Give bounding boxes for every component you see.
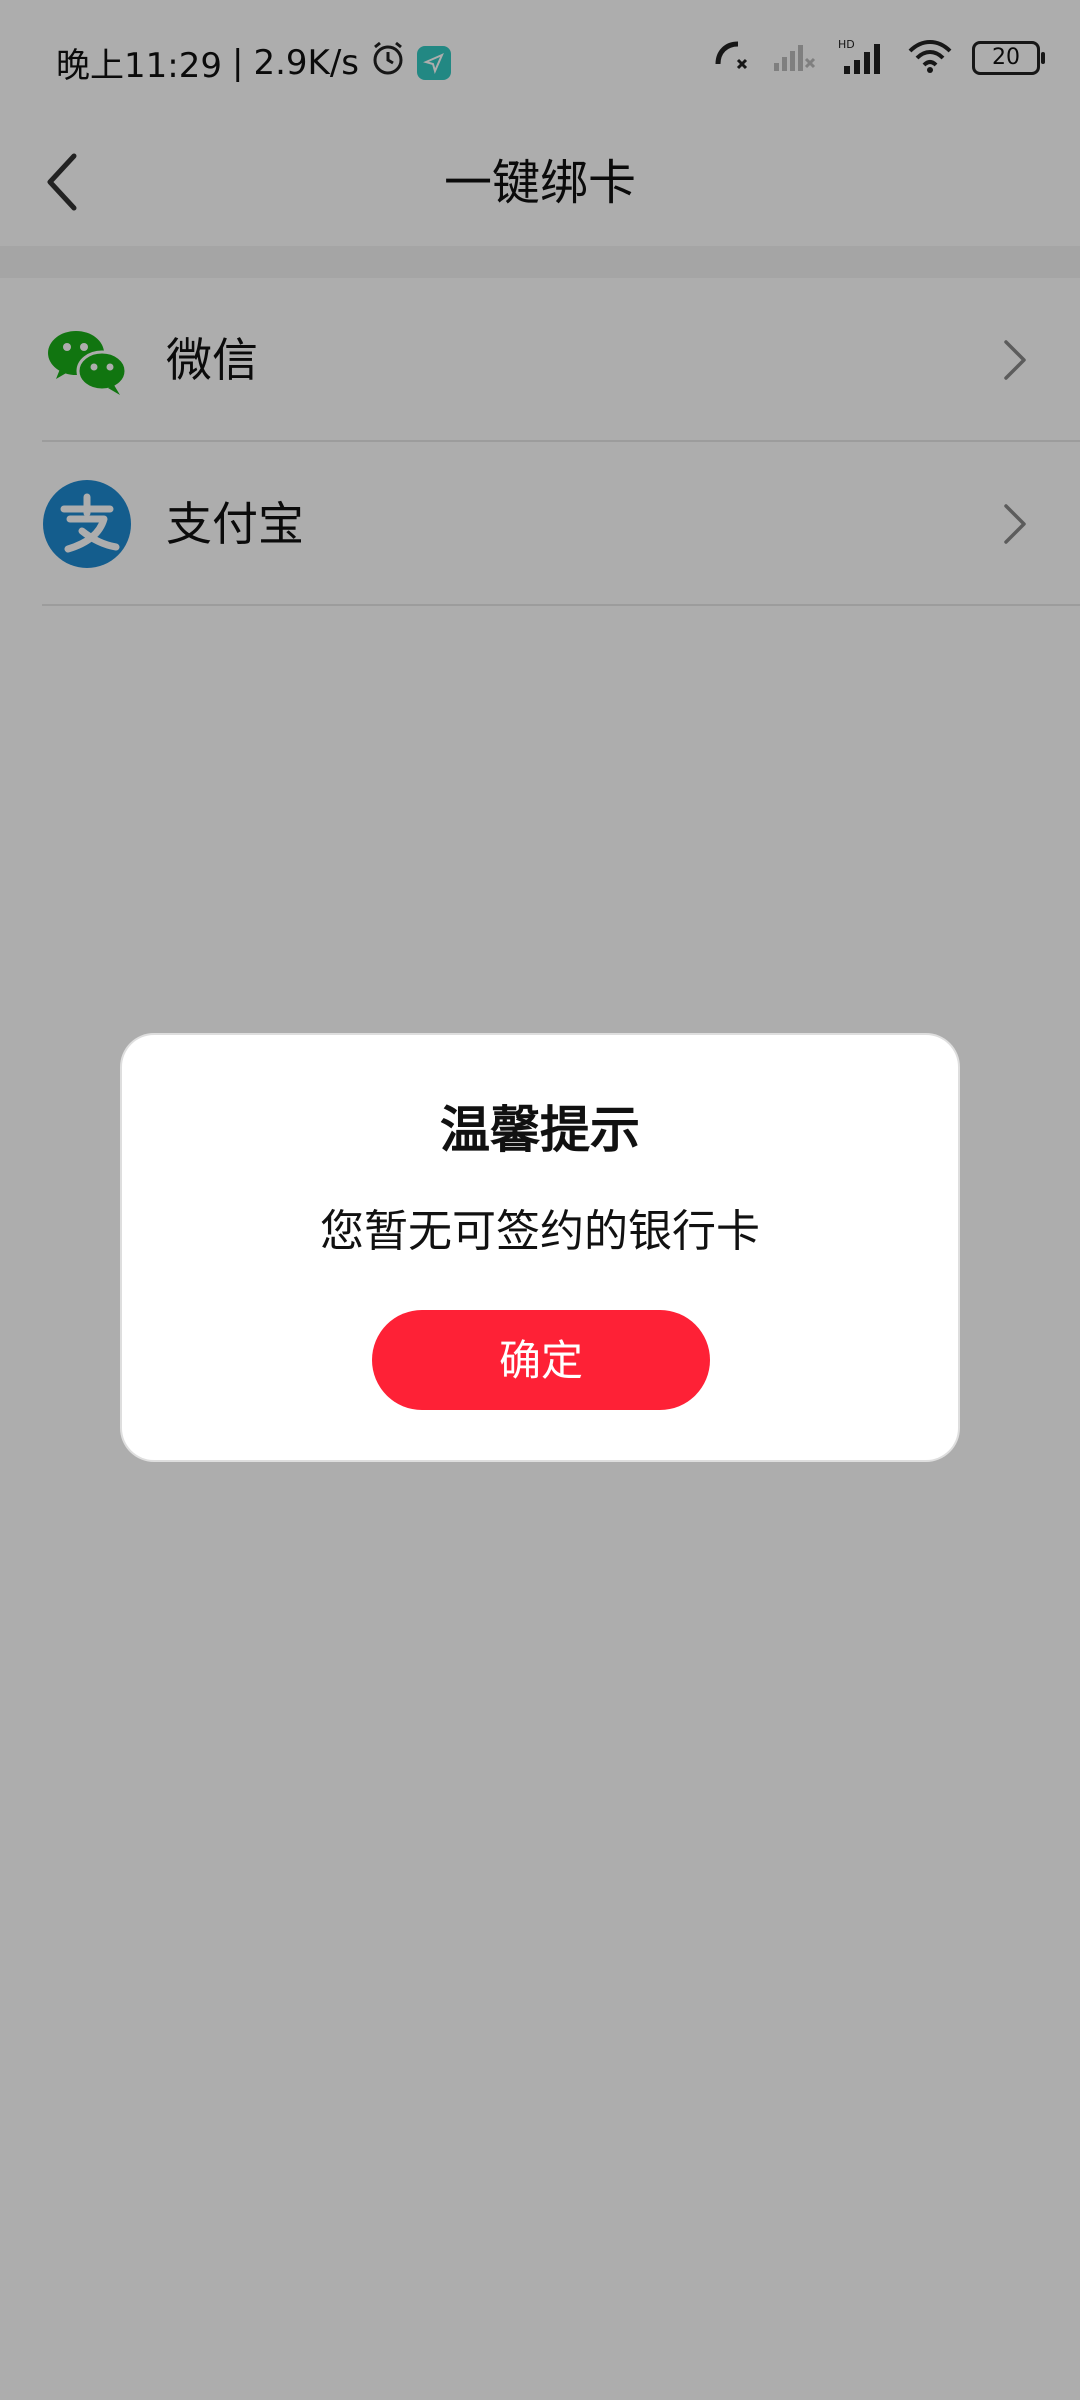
dialog-title: 温馨提示 <box>440 1101 640 1159</box>
dialog-message: 您暂无可签约的银行卡 <box>320 1206 760 1257</box>
page: 晚上11:29 | 2.9K/s HD 20 一键绑卡 微信 支付宝 温馨提示 … <box>0 0 1080 2400</box>
confirm-button[interactable]: 确定 <box>372 1310 710 1410</box>
tip-dialog: 温馨提示 您暂无可签约的银行卡 确定 <box>122 1035 958 1460</box>
